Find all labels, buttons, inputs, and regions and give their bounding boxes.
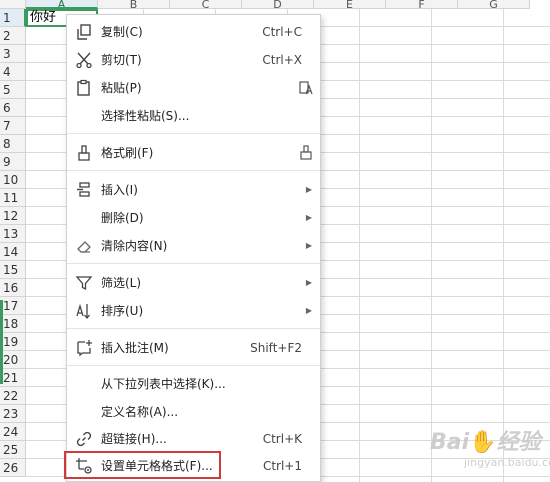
row-header-6[interactable]: 6 xyxy=(0,99,26,117)
context-menu: 复制(C) Ctrl+C 剪切(T) Ctrl+X 粘贴(P) 选择性粘贴(S)… xyxy=(66,14,321,482)
menu-item-copy[interactable]: 复制(C) Ctrl+C xyxy=(67,18,320,46)
row-header-20[interactable]: 20 xyxy=(0,351,26,369)
column-header-b[interactable]: B xyxy=(98,0,170,9)
filter-icon xyxy=(75,274,93,292)
selection-marker xyxy=(0,300,3,384)
column-header-c[interactable]: C xyxy=(170,0,242,9)
row-header-14[interactable]: 14 xyxy=(0,243,26,261)
scissors-icon xyxy=(75,51,93,69)
menu-item-pick-from-dropdown[interactable]: 从下拉列表中选择(K)... xyxy=(67,370,320,398)
submenu-arrow-icon: ▶ xyxy=(305,185,312,194)
menu-separator xyxy=(67,133,320,134)
menu-separator xyxy=(67,170,320,171)
row-header-1[interactable]: 1 xyxy=(0,9,26,27)
menu-label: 超链接(H)... xyxy=(101,432,167,446)
row-header-13[interactable]: 13 xyxy=(0,225,26,243)
menu-separator xyxy=(67,263,320,264)
paste-options-icon[interactable] xyxy=(298,80,314,96)
row-header-12[interactable]: 12 xyxy=(0,207,26,225)
menu-item-clear-contents[interactable]: 清除内容(N) ▶ xyxy=(67,232,320,260)
menu-shortcut: Ctrl+K xyxy=(262,432,302,446)
menu-label: 清除内容(N) xyxy=(101,239,168,253)
column-header-d[interactable]: D xyxy=(242,0,314,9)
menu-label: 复制(C) xyxy=(101,25,143,39)
highlight-box xyxy=(64,451,221,479)
menu-shortcut: Ctrl+1 xyxy=(262,459,302,473)
menu-item-filter[interactable]: 筛选(L) ▶ xyxy=(67,269,320,297)
paintbrush-icon xyxy=(298,145,314,161)
row-header-25[interactable]: 25 xyxy=(0,441,26,459)
menu-shortcut: Ctrl+X xyxy=(262,53,302,67)
row-header-23[interactable]: 23 xyxy=(0,405,26,423)
sort-icon xyxy=(75,302,93,320)
menu-label: 剪切(T) xyxy=(101,53,142,67)
menu-shortcut: Shift+F2 xyxy=(250,341,302,355)
menu-item-define-name[interactable]: 定义名称(A)... xyxy=(67,398,320,426)
column-header-a[interactable]: A xyxy=(26,0,98,9)
row-header-24[interactable]: 24 xyxy=(0,423,26,441)
menu-separator xyxy=(67,365,320,366)
menu-item-delete[interactable]: 删除(D) ▶ xyxy=(67,204,320,232)
comment-icon xyxy=(75,339,93,357)
submenu-arrow-icon: ▶ xyxy=(305,306,312,315)
row-header-17[interactable]: 17 xyxy=(0,297,26,315)
paintbrush-icon xyxy=(75,144,93,162)
menu-item-paste-special[interactable]: 选择性粘贴(S)... xyxy=(67,102,320,130)
menu-label: 筛选(L) xyxy=(101,276,142,290)
menu-item-format-painter[interactable]: 格式刷(F) xyxy=(67,139,320,167)
row-header-5[interactable]: 5 xyxy=(0,81,26,99)
row-header-18[interactable]: 18 xyxy=(0,315,26,333)
menu-item-hyperlink[interactable]: 超链接(H)... Ctrl+K xyxy=(67,425,320,453)
row-header-15[interactable]: 15 xyxy=(0,261,26,279)
submenu-arrow-icon: ▶ xyxy=(305,213,312,222)
clipboard-icon xyxy=(75,79,93,97)
row-header-2[interactable]: 2 xyxy=(0,27,26,45)
eraser-icon xyxy=(75,237,93,255)
row-header-21[interactable]: 21 xyxy=(0,369,26,387)
menu-separator xyxy=(67,328,320,329)
select-all-corner[interactable] xyxy=(0,0,26,9)
menu-label: 插入(I) xyxy=(101,183,138,197)
column-headers: ABCDEFG xyxy=(26,0,550,9)
menu-item-insert[interactable]: 插入(I) ▶ xyxy=(67,176,320,204)
menu-item-cut[interactable]: 剪切(T) Ctrl+X xyxy=(67,46,320,74)
menu-label: 排序(U) xyxy=(101,304,144,318)
row-header-9[interactable]: 9 xyxy=(0,153,26,171)
menu-item-sort[interactable]: 排序(U) ▶ xyxy=(67,297,320,325)
row-header-4[interactable]: 4 xyxy=(0,63,26,81)
column-header-e[interactable]: E xyxy=(314,0,386,9)
row-header-26[interactable]: 26 xyxy=(0,459,26,477)
menu-label: 格式刷(F) xyxy=(101,146,154,160)
menu-label: 从下拉列表中选择(K)... xyxy=(101,377,226,391)
row-header-22[interactable]: 22 xyxy=(0,387,26,405)
watermark-logo: Bai✋经验 jingyan.baidu.com xyxy=(430,430,550,469)
menu-label: 选择性粘贴(S)... xyxy=(101,109,190,123)
menu-item-insert-comment[interactable]: 插入批注(M) Shift+F2 xyxy=(67,334,320,362)
menu-label: 粘贴(P) xyxy=(101,81,142,95)
submenu-arrow-icon: ▶ xyxy=(305,241,312,250)
insert-rows-icon xyxy=(75,181,93,199)
menu-shortcut: Ctrl+C xyxy=(262,25,302,39)
copy-icon xyxy=(75,23,93,41)
row-header-3[interactable]: 3 xyxy=(0,45,26,63)
link-icon xyxy=(75,430,93,448)
row-header-11[interactable]: 11 xyxy=(0,189,26,207)
column-header-f[interactable]: F xyxy=(386,0,458,9)
row-header-10[interactable]: 10 xyxy=(0,171,26,189)
row-header-16[interactable]: 16 xyxy=(0,279,26,297)
row-header-19[interactable]: 19 xyxy=(0,333,26,351)
menu-label: 删除(D) xyxy=(101,211,144,225)
submenu-arrow-icon: ▶ xyxy=(305,278,312,287)
menu-item-paste[interactable]: 粘贴(P) xyxy=(67,74,320,102)
row-header-8[interactable]: 8 xyxy=(0,135,26,153)
column-header-g[interactable]: G xyxy=(458,0,530,9)
menu-label: 插入批注(M) xyxy=(101,341,169,355)
menu-label: 定义名称(A)... xyxy=(101,405,179,419)
row-header-7[interactable]: 7 xyxy=(0,117,26,135)
